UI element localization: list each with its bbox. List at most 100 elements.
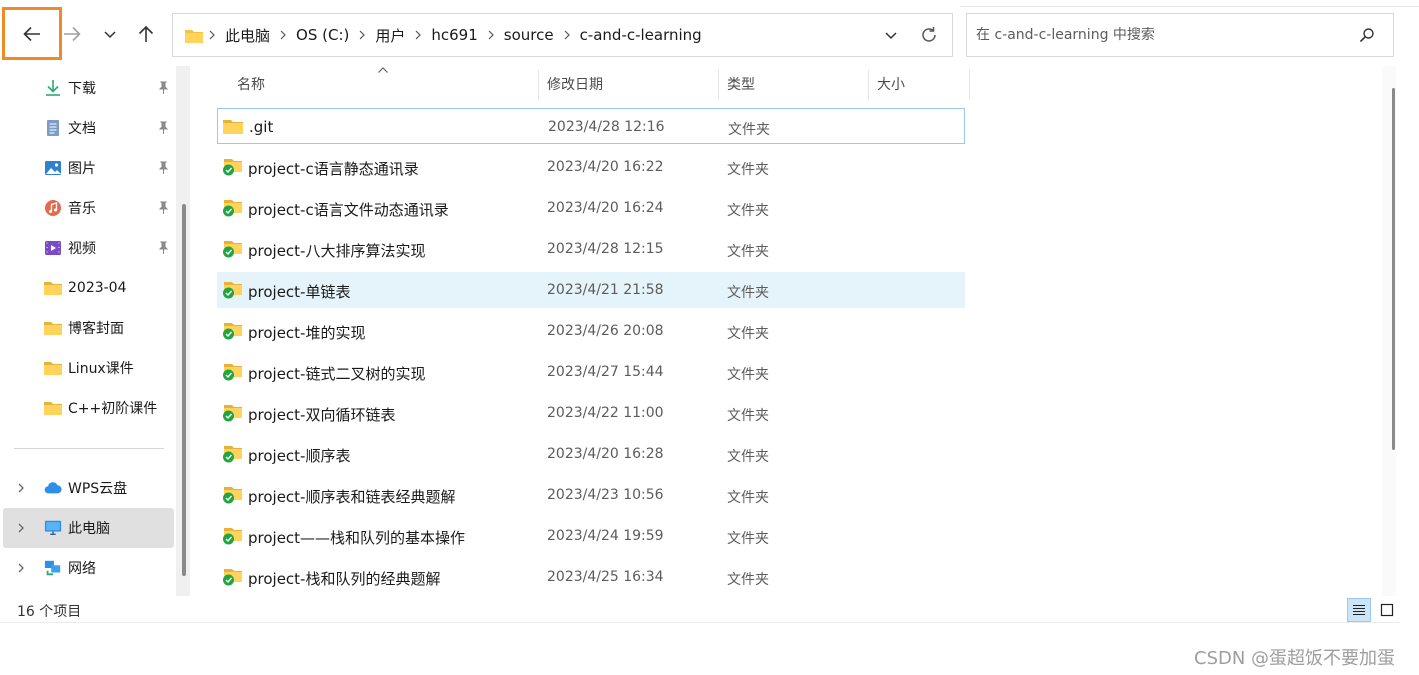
file-name: project-八大排序算法实现 [248,242,426,260]
column-header-type[interactable]: 类型 [727,66,867,102]
file-name: project-栈和队列的经典题解 [248,570,441,588]
sidebar-scrollbar-thumb[interactable] [182,204,186,576]
file-row[interactable]: project-c语言静态通讯录 2023/4/20 16:22 文件夹 [217,149,965,185]
pin-icon [156,201,170,215]
sort-ascending-icon [378,67,388,73]
sidebar-item[interactable]: 图片 [0,148,174,188]
file-type: 文件夹 [727,490,769,506]
large-icons-view-button[interactable] [1375,598,1399,622]
file-row[interactable]: project-栈和队列的经典题解 2023/4/25 16:34 文件夹 [217,559,965,595]
document-icon [44,119,62,137]
breadcrumb: 此电脑 OS (C:) 用户 hc691 source c-and-c-learning [207,25,710,46]
column-header-date[interactable]: 修改日期 [547,66,717,102]
item-count: 16 个项目 [17,604,82,620]
synced-folder-icon [222,404,242,422]
sidebar-item[interactable]: 文档 [0,108,174,148]
column-header-size[interactable]: 大小 [877,66,967,102]
file-date: 2023/4/20 16:24 [547,200,664,216]
file-type: 文件夹 [727,162,769,178]
file-row[interactable]: project-堆的实现 2023/4/26 20:08 文件夹 [217,313,965,349]
file-type: 文件夹 [727,367,769,383]
file-name: project-单链表 [248,283,351,301]
breadcrumb-item[interactable]: OS (C:) [288,26,357,44]
file-type: 文件夹 [727,203,769,219]
sidebar-item-label: 此电脑 [68,521,110,537]
column-separator[interactable] [538,70,539,100]
address-history-icon[interactable] [882,26,900,44]
up-button[interactable] [128,12,164,56]
pin-icon [156,81,170,95]
chevron-right-icon[interactable] [562,30,572,40]
sidebar-item[interactable]: WPS云盘 [0,468,174,508]
file-row[interactable]: project-c语言文件动态通讯录 2023/4/20 16:24 文件夹 [217,190,965,226]
search-box[interactable] [966,13,1394,57]
file-row[interactable]: project-八大排序算法实现 2023/4/28 12:15 文件夹 [217,231,965,267]
file-list-scrollbar-thumb[interactable] [1392,88,1395,450]
expand-chevron-icon[interactable] [16,562,26,574]
address-bar[interactable]: 此电脑 OS (C:) 用户 hc691 source c-and-c-learning [172,13,953,57]
file-date: 2023/4/26 20:08 [547,323,664,339]
sidebar-item-label: 文档 [68,121,96,137]
file-row[interactable]: .git 2023/4/28 12:16 文件夹 [217,108,965,144]
search-input[interactable] [976,27,1336,43]
chevron-down-icon [104,31,116,39]
forward-button[interactable] [54,12,90,56]
file-row[interactable]: project-链式二叉树的实现 2023/4/27 15:44 文件夹 [217,354,965,390]
breadcrumb-item[interactable]: 用户 [367,25,413,46]
synced-folder-icon [222,527,242,545]
chevron-right-icon[interactable] [278,30,288,40]
search-icon[interactable] [1359,27,1375,43]
folder-icon [44,279,62,297]
file-type: 文件夹 [727,449,769,465]
chevron-right-icon[interactable] [413,30,423,40]
sidebar-item[interactable]: Linux课件 [0,348,174,388]
column-separator[interactable] [868,70,869,100]
expand-chevron-icon[interactable] [16,482,26,494]
file-row[interactable]: project-双向循环链表 2023/4/22 11:00 文件夹 [217,395,965,431]
breadcrumb-item[interactable]: 此电脑 [217,25,278,46]
recent-locations-button[interactable] [92,12,128,56]
file-row[interactable]: project-顺序表 2023/4/20 16:28 文件夹 [217,436,965,472]
file-name: project-c语言文件动态通讯录 [248,201,449,219]
breadcrumb-item[interactable]: c-and-c-learning [572,26,710,44]
file-row[interactable]: project——栈和队列的基本操作 2023/4/24 19:59 文件夹 [217,518,965,554]
chevron-right-icon[interactable] [486,30,496,40]
details-view-button[interactable] [1347,598,1371,622]
file-name: project-顺序表和链表经典题解 [248,488,456,506]
sidebar-item[interactable]: 下载 [0,68,174,108]
sidebar-item[interactable]: 视频 [0,228,174,268]
sidebar-item[interactable]: 2023-04 [0,268,174,308]
synced-folder-icon [222,445,242,463]
file-row[interactable]: project-顺序表和链表经典题解 2023/4/23 10:56 文件夹 [217,477,965,513]
sidebar-item[interactable]: 音乐 [0,188,174,228]
file-name: project-顺序表 [248,447,351,465]
bottom-divider [0,622,1400,623]
sidebar-divider [14,448,164,449]
sidebar-item[interactable]: 博客封面 [0,308,174,348]
file-name: project-链式二叉树的实现 [248,365,426,383]
chevron-right-icon[interactable] [357,30,367,40]
file-name: project-堆的实现 [248,324,366,342]
video-icon [44,239,62,257]
sidebar-item-label: 网络 [68,561,96,577]
sidebar-item-label: 2023-04 [68,280,127,296]
file-type: 文件夹 [728,122,770,138]
refresh-icon[interactable] [918,24,940,46]
breadcrumb-item[interactable]: hc691 [423,26,485,44]
column-separator[interactable] [969,70,970,100]
breadcrumb-item[interactable]: source [496,26,562,44]
sidebar-item[interactable]: C++初阶课件 [0,388,174,428]
chevron-right-icon[interactable] [207,30,217,40]
arrow-up-icon [138,25,154,42]
large-icons-view-icon [1380,603,1394,617]
column-header-name-label: 名称 [237,77,265,93]
file-row[interactable]: project-单链表 2023/4/21 21:58 文件夹 [217,272,965,308]
file-type: 文件夹 [727,531,769,547]
back-button[interactable] [2,7,62,60]
sidebar-item[interactable]: 此电脑 [3,508,174,548]
column-separator[interactable] [718,70,719,100]
expand-chevron-icon[interactable] [16,522,26,534]
column-header-date-label: 修改日期 [547,77,603,93]
sidebar-item[interactable]: 网络 [0,548,174,588]
arrow-left-icon [23,26,40,41]
